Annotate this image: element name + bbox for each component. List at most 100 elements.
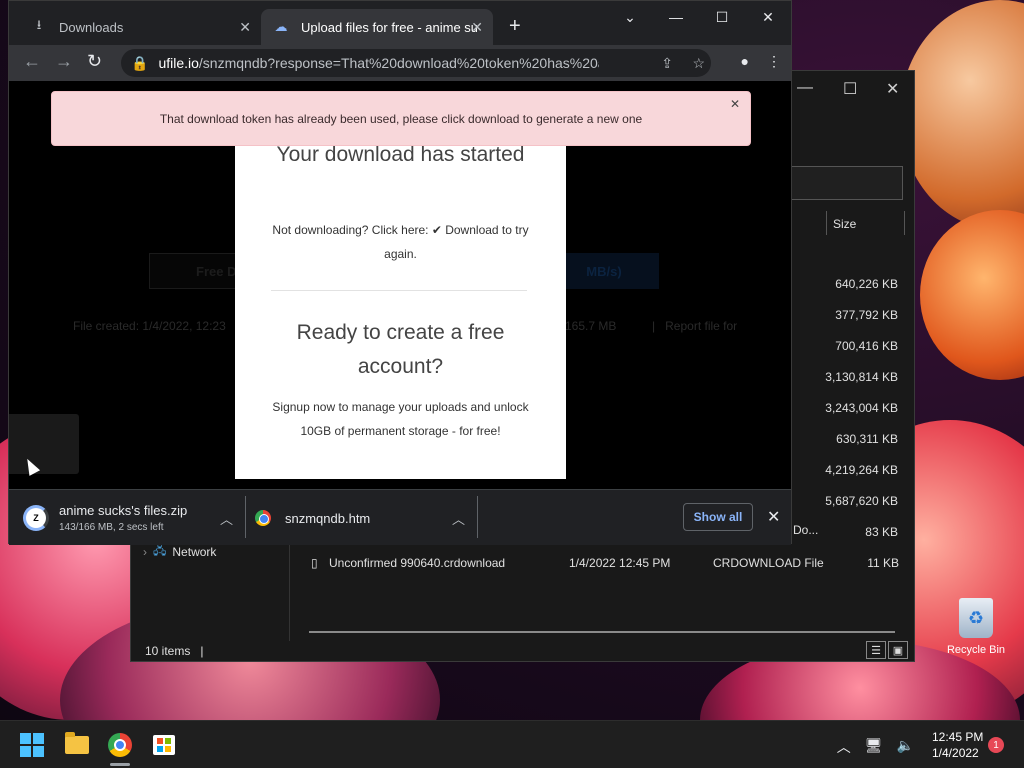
tiles-view-icon[interactable]: ▣ [888, 641, 908, 659]
signup-text: Signup now to manage your uploads and un… [272, 400, 529, 438]
divider [245, 496, 246, 538]
volume-icon[interactable]: 🔈 [897, 737, 914, 757]
file-type-partial: Do... [793, 523, 819, 537]
taskbar: ︿ 🖥 🔈 12:45 PM 1/4/2022 1 [0, 720, 1024, 768]
downloads-bar: Z anime sucks's files.zip 143/166 MB, 2 … [9, 489, 791, 545]
chrome-button[interactable] [104, 729, 136, 761]
download-item[interactable]: Z anime sucks's files.zip 143/166 MB, 2 … [23, 490, 245, 546]
file-created-info: File created: 1/4/2022, 12:23 [73, 319, 226, 333]
close-icon[interactable]: ✕ [471, 19, 483, 36]
lock-icon[interactable]: 🔒 [131, 55, 148, 72]
file-row[interactable]: ▯ Unconfirmed 990640.crdownload 1/4/2022… [311, 553, 901, 573]
download-item[interactable]: snzmqndb.htm ︿ [255, 490, 477, 546]
recycle-bin-label: Recycle Bin [946, 644, 1006, 656]
close-icon[interactable]: ✕ [239, 19, 251, 36]
tab-downloads[interactable]: ⭳ Downloads ✕ [17, 9, 261, 45]
recaptcha-badge[interactable] [9, 414, 79, 474]
clock[interactable]: 12:45 PM 1/4/2022 [932, 729, 983, 761]
maximize-icon[interactable]: ☐ [843, 79, 857, 99]
download-progress: 143/166 MB, 2 secs left [59, 522, 164, 533]
zip-file-icon: Z [23, 505, 49, 531]
file-size: 700,416 KB [835, 339, 898, 353]
view-toggle[interactable]: ☰ ▣ [866, 641, 908, 659]
retry-download-text[interactable]: Not downloading? Click here: ✔ Download … [263, 218, 538, 266]
tab-search-icon[interactable]: ⌄ [607, 1, 653, 33]
chevron-up-icon[interactable]: ︿ [837, 737, 851, 757]
back-icon[interactable]: ← [23, 51, 41, 72]
forward-icon[interactable]: → [55, 51, 73, 72]
nav-pane-divider[interactable] [289, 531, 290, 641]
column-separator[interactable] [904, 211, 905, 235]
store-icon [153, 735, 175, 755]
system-tray: ︿ 🖥 🔈 [837, 737, 914, 757]
maximize-icon[interactable]: ☐ [699, 1, 745, 33]
details-view-icon[interactable]: ☰ [866, 641, 886, 659]
network-icon[interactable]: 🖥 [865, 737, 883, 757]
file-size: 3,243,004 KB [825, 401, 898, 415]
minimize-icon[interactable]: — [797, 79, 813, 97]
file-size: 630,311 KB [836, 432, 898, 446]
tab-label: Downloads [59, 19, 124, 35]
share-icon[interactable]: ⇪ [661, 49, 673, 77]
reload-icon[interactable]: ↻ [87, 51, 102, 72]
alert-message: That download token has already been use… [159, 111, 643, 126]
wallpaper-shape [920, 210, 1024, 380]
close-icon[interactable]: ✕ [745, 1, 791, 33]
running-indicator [110, 763, 130, 766]
column-separator[interactable] [826, 211, 827, 235]
new-tab-icon[interactable]: + [509, 15, 521, 38]
file-size: 4,219,264 KB [825, 463, 898, 477]
windows-icon [20, 733, 44, 757]
report-link[interactable]: | Report file for [652, 319, 737, 333]
menu-icon[interactable]: ⋮ [767, 53, 781, 70]
download-icon: ⭳ [36, 17, 42, 32]
tab-ufile[interactable]: ☁ Upload files for free - anime suck ✕ [261, 9, 493, 45]
file-size: 5,687,620 KB [825, 494, 898, 508]
profile-icon[interactable]: ● [741, 53, 749, 70]
bookmark-star-icon[interactable]: ☆ [692, 49, 705, 77]
url-path: /snzmqndb?response=That%20download%20tok… [198, 55, 599, 71]
close-icon[interactable]: ✕ [886, 79, 899, 99]
file-size: 83 KB [865, 525, 898, 539]
file-name: Unconfirmed 990640.crdownload [329, 556, 506, 570]
file-size: 3,130,814 KB [825, 370, 898, 384]
nav-item-label: Network [172, 544, 217, 559]
start-button[interactable] [16, 729, 48, 761]
divider [271, 290, 527, 291]
error-alert: That download token has already been use… [51, 91, 751, 146]
show-all-button[interactable]: Show all [683, 503, 753, 531]
chrome-icon [255, 510, 271, 526]
url-host: ufile.io [158, 55, 199, 71]
wallpaper-shape [900, 0, 1024, 230]
signup-title: Ready to create a free account? [296, 321, 505, 378]
chevron-right-icon[interactable]: › [143, 545, 147, 559]
minimize-icon[interactable]: — [653, 1, 699, 33]
chevron-up-icon[interactable]: ︿ [220, 509, 233, 528]
file-explorer-button[interactable] [61, 729, 93, 761]
web-page: Free D MB/s) File created: 1/4/2022, 12:… [9, 81, 791, 489]
recycle-bin[interactable]: ♻ Recycle Bin [944, 598, 1008, 656]
file-size: 11 KB [867, 556, 899, 570]
file-type: CRDOWNLOAD File [713, 556, 824, 570]
notification-badge[interactable]: 1 [988, 737, 1004, 753]
close-icon[interactable]: ✕ [767, 507, 780, 527]
file-date: 1/4/2022 12:45 PM [569, 556, 671, 570]
status-item-count: 10 items | [145, 644, 204, 658]
size-column-header[interactable]: Size [833, 217, 856, 231]
store-button[interactable] [148, 729, 180, 761]
divider [477, 496, 478, 538]
close-icon[interactable]: ✕ [730, 97, 740, 111]
file-size: 640,226 KB [835, 277, 898, 291]
search-box[interactable] [791, 166, 903, 200]
ufile-icon: ☁ [274, 19, 288, 34]
address-bar[interactable]: 🔒 ufile.io/snzmqndb?response=That%20down… [121, 49, 711, 77]
download-filename: anime sucks's files.zip [59, 503, 188, 518]
file-size-info: 165.7 MB [565, 319, 617, 333]
chevron-up-icon[interactable]: ︿ [452, 509, 465, 528]
download-modal: Your download has started Not downloadin… [235, 143, 566, 479]
window-controls: ⌄ — ☐ ✕ [607, 1, 791, 33]
horizontal-scrollbar[interactable] [309, 631, 895, 633]
chrome-window[interactable]: ⭳ Downloads ✕ ☁ Upload files for free - … [8, 0, 792, 545]
download-filename: snzmqndb.htm [285, 510, 371, 526]
clock-time: 12:45 PM [932, 730, 984, 744]
